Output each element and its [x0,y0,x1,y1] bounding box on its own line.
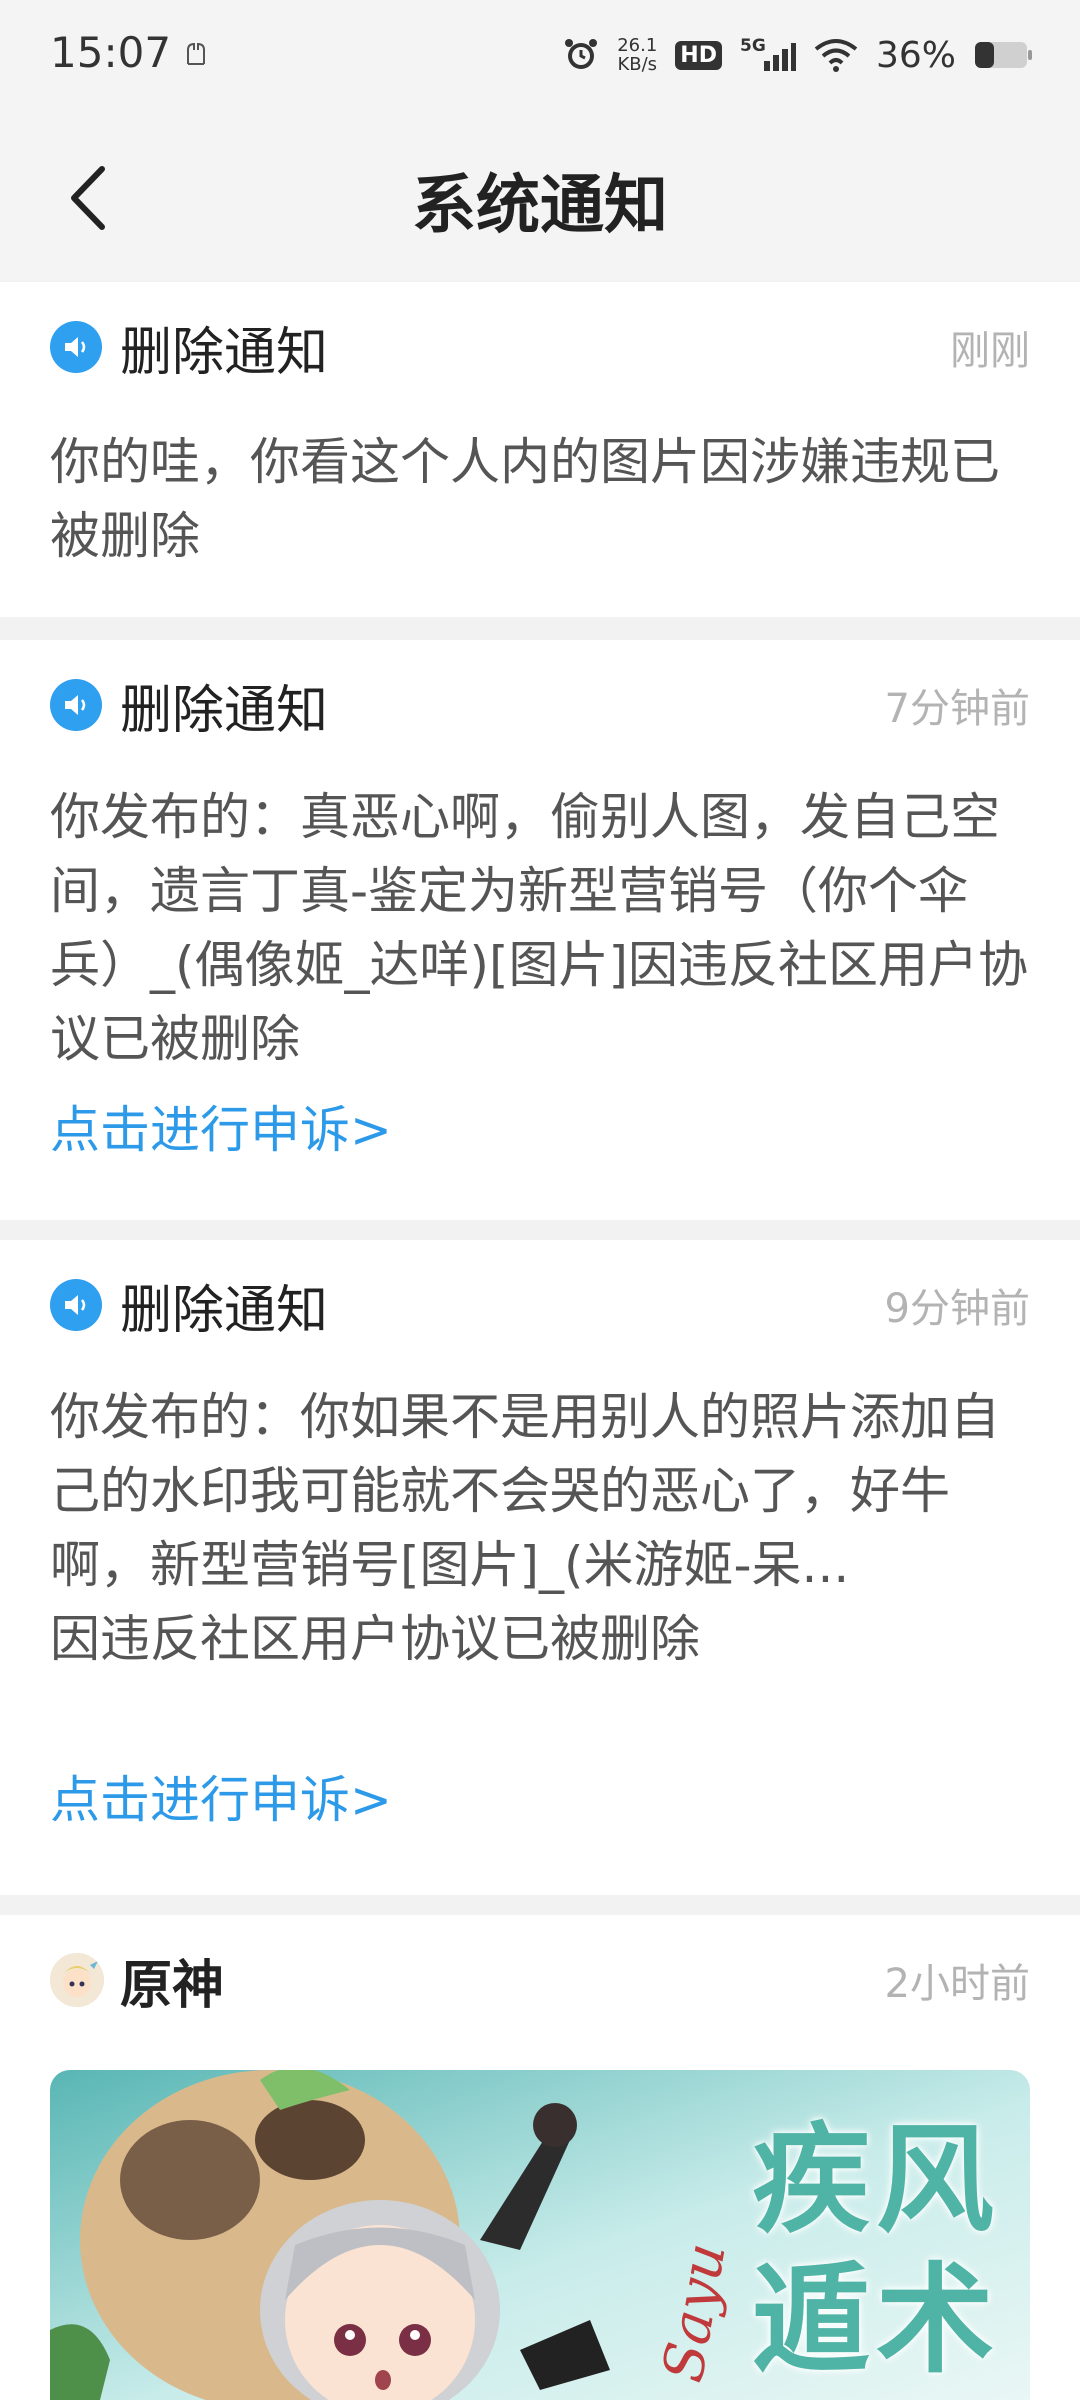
notification-header: 原神 2小时前 [50,1945,1030,2016]
notification-title: 删除通知 [120,680,329,741]
page-title: 系统通知 [412,169,668,243]
notification-header: 删除通知 刚刚 [50,312,1030,383]
speaker-icon [50,321,102,373]
status-icons: 26.1 KB/s HD 5G 36% [563,30,1032,80]
notification-body-reason: 因违反社区用户协议已被删除 [50,1610,700,1668]
genshin-avatar [50,1953,104,2007]
notification-body: 你发布的：你如果不是用别人的照片添加自己的水印我可能就不会哭的恶心了，好牛啊，新… [50,1380,1030,1676]
wifi-icon [814,37,858,73]
notification-body-text: 你发布的：你如果不是用别人的照片添加自己的水印我可能就不会哭的恶心了，好牛啊，新… [50,1388,1000,1594]
hd-icon: HD [675,40,722,70]
battery-percent: 36% [875,34,956,76]
notification-header: 删除通知 9分钟前 [50,1270,1030,1341]
signal-5g-icon: 5G [740,35,796,75]
notification-card[interactable]: 删除通知 刚刚 你的哇，你看这个人内的图片因涉嫌违规已被删除 [0,282,1080,617]
notification-time: 7分钟前 [884,686,1030,732]
notification-time: 9分钟前 [884,1286,1030,1332]
notification-title: 删除通知 [120,1280,329,1341]
notification-card[interactable]: 原神 2小时前 疾风 遁术 Sayu [0,1915,1080,2400]
notification-card[interactable]: 删除通知 9分钟前 你发布的：你如果不是用别人的照片添加自己的水印我可能就不会哭… [0,1240,1080,1895]
network-type-label: 5G [740,36,766,56]
notification-body: 你的哇，你看这个人内的图片因涉嫌违规已被删除 [50,433,1000,565]
battery-icon [974,40,1032,70]
status-bar: 15:07 26.1 KB/s HD 5G 36% [0,0,1080,120]
speaker-icon [50,679,102,731]
back-arrow-icon [71,166,105,230]
notification-time: 刚刚 [950,328,1030,374]
notification-card[interactable]: 删除通知 7分钟前 你发布的：真恶心啊，偷别人图，发自己空间，遗言丁真-鉴定为新… [0,640,1080,1220]
status-time: 15:07 [50,28,172,77]
network-speed-value: 26.1 [617,35,658,56]
appeal-link[interactable]: 点击进行申诉> [50,1090,392,1162]
notification-time: 2小时前 [884,1961,1030,2007]
banner-title: 疾风 遁术 [752,2110,1000,2390]
network-speed-unit: KB/s [617,54,658,75]
notification-app-icon [187,42,205,65]
appeal-link[interactable]: 点击进行申诉> [50,1760,392,1832]
network-speed: 26.1 KB/s [617,36,657,74]
back-button[interactable] [48,148,128,248]
notification-body: 你发布的：真恶心啊，偷别人图，发自己空间，遗言丁真-鉴定为新型营销号（你个伞兵）… [50,788,1029,1068]
notification-title: 删除通知 [120,322,329,383]
notification-title: 原神 [120,1955,225,2016]
banner-title-line1: 疾风 [751,2110,1000,2249]
speaker-icon [50,1279,102,1331]
event-banner-image[interactable]: 疾风 遁术 Sayu [50,2070,1030,2400]
notification-header: 删除通知 7分钟前 [50,670,1030,741]
banner-title-line2: 遁术 [751,2250,1000,2389]
header: 系统通知 [0,120,1080,280]
alarm-icon [563,37,599,73]
